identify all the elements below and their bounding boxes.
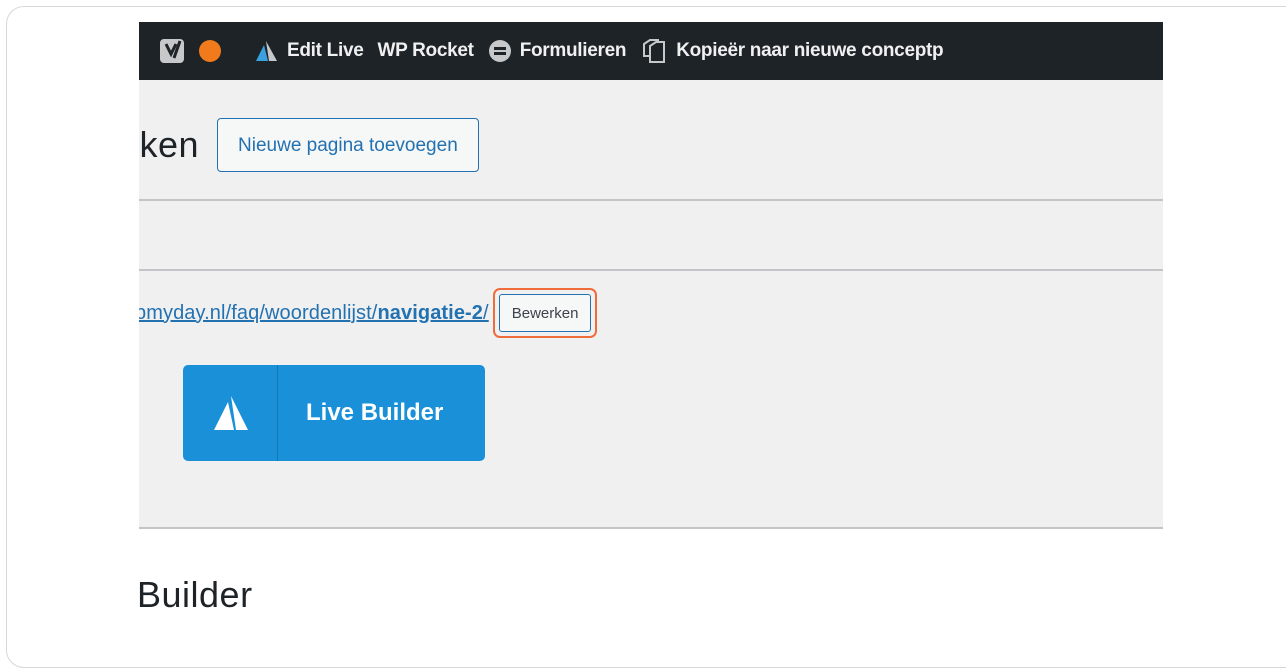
yoast-menu[interactable] <box>159 22 185 80</box>
add-new-page-button[interactable]: Nieuwe pagina toevoegen <box>217 118 479 172</box>
yoast-icon <box>160 39 184 63</box>
wp-admin-bar: Edit Live WP Rocket Formulieren Kopieër … <box>139 22 1163 80</box>
permalink-row: bmyday.nl/faq/woordenlijst/navigatie-2/ … <box>139 288 598 338</box>
adminbar-item-edit-live[interactable]: Edit Live <box>253 22 364 80</box>
status-dot-icon <box>199 40 221 62</box>
live-builder-button[interactable]: Live Builder <box>183 365 485 461</box>
live-builder-label: Live Builder <box>306 399 444 426</box>
title-area <box>139 201 1163 269</box>
permalink-end: / <box>483 301 489 324</box>
adminbar-item-label: Kopieër naar nieuwe conceptp <box>676 40 944 61</box>
lower-section <box>139 529 1163 630</box>
page-title: rken <box>139 124 200 165</box>
adminbar-item-label: WP Rocket <box>377 40 474 61</box>
permalink-url[interactable]: bmyday.nl/faq/woordenlijst/navigatie-2/ <box>139 302 489 325</box>
adminbar-item-label: Formulieren <box>519 40 627 61</box>
forms-icon <box>488 40 511 62</box>
live-builder-icon-wrap <box>183 365 278 461</box>
highlight-box: Bewerken <box>492 288 598 338</box>
section-title: Builder <box>139 574 253 615</box>
page-header: rken Nieuwe pagina toevoegen <box>139 118 479 172</box>
copy-icon <box>643 39 666 63</box>
avada-icon <box>214 396 248 430</box>
edit-permalink-button[interactable]: Bewerken <box>498 294 592 332</box>
avada-icon <box>256 41 277 61</box>
adminbar-item-formulieren[interactable]: Formulieren <box>488 22 627 80</box>
divider <box>139 269 1163 271</box>
status-indicator[interactable] <box>199 22 239 80</box>
adminbar-item-copy[interactable]: Kopieër naar nieuwe conceptp <box>640 22 944 80</box>
permalink-slug: navigatie-2 <box>377 301 484 324</box>
permalink-base: bmyday.nl/faq/woordenlijst/ <box>139 301 378 324</box>
browser-viewport: Edit Live WP Rocket Formulieren Kopieër … <box>139 22 1163 630</box>
adminbar-item-label: Edit Live <box>287 40 364 61</box>
adminbar-item-wp-rocket[interactable]: WP Rocket <box>377 22 474 80</box>
